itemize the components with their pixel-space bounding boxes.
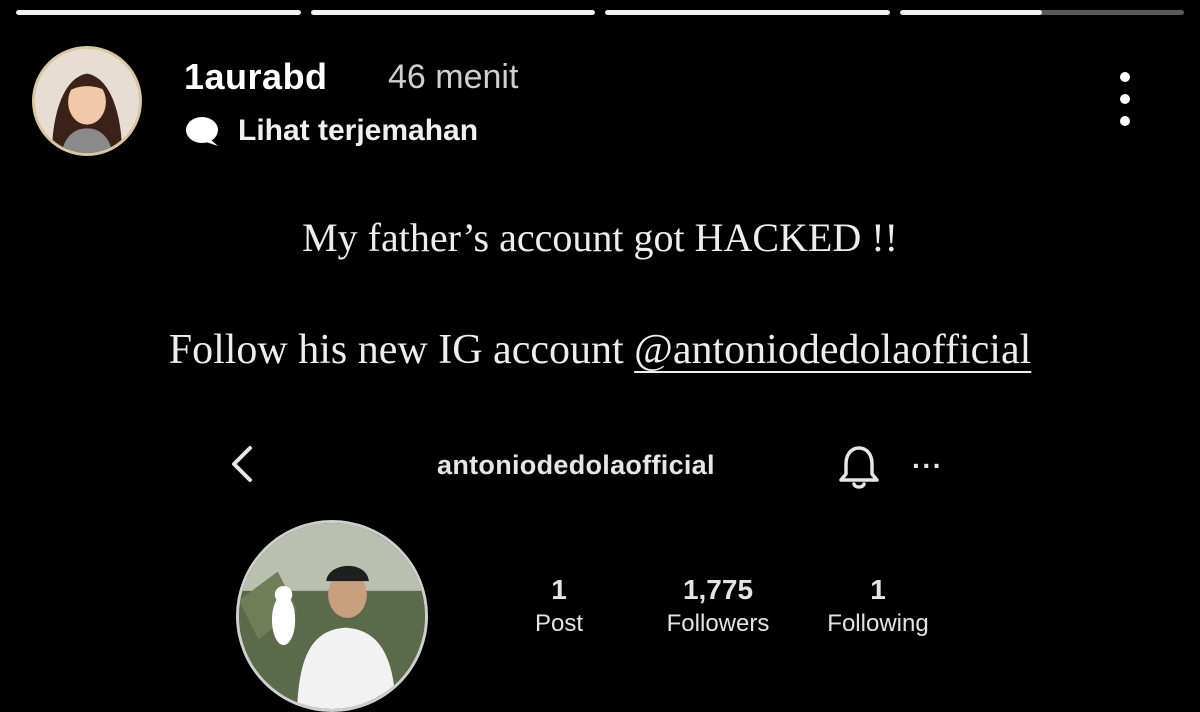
story-progress-bar [16, 10, 1184, 16]
stat-following[interactable]: 1 Following [808, 574, 948, 638]
story-text-prefix: Follow his new IG account [168, 327, 635, 373]
followers-label: Followers [666, 610, 770, 637]
stat-followers[interactable]: 1,775 Followers [648, 574, 788, 638]
more-vertical-icon[interactable] [1112, 72, 1138, 126]
profile-picture[interactable] [236, 520, 428, 712]
posts-label: Post [534, 610, 584, 637]
mention-link[interactable]: @antoniodedolaofficial [634, 327, 1031, 373]
stat-posts[interactable]: 1 Post [514, 574, 604, 638]
progress-segment [16, 10, 301, 15]
profile-photo-image [239, 523, 425, 709]
more-horizontal-icon[interactable]: ··· [912, 450, 943, 482]
following-count: 1 [870, 574, 886, 605]
following-label: Following [827, 610, 929, 637]
story-text-line-1: My father’s account got HACKED !! [302, 215, 898, 260]
avatar-icon [35, 49, 139, 153]
story-text-line-2: Follow his new IG account @antoniodedola… [0, 326, 1200, 374]
user-avatar[interactable] [32, 46, 142, 156]
followers-count: 1,775 [682, 574, 754, 605]
story-username[interactable]: 1aurabd [184, 56, 328, 98]
bell-icon[interactable] [838, 444, 880, 490]
speech-bubble-icon [186, 117, 218, 146]
chevron-left-icon[interactable] [226, 444, 258, 484]
progress-segment [605, 10, 890, 15]
profile-handle: antoniodedolaofficial [437, 450, 715, 480]
posts-count: 1 [551, 574, 567, 605]
story-timestamp: 46 menit [388, 58, 519, 96]
progress-segment [310, 10, 595, 15]
see-translation-label: Lihat terjemahan [238, 114, 479, 147]
see-translation-button[interactable]: Lihat terjemahan [184, 114, 478, 148]
progress-segment [899, 10, 1184, 15]
